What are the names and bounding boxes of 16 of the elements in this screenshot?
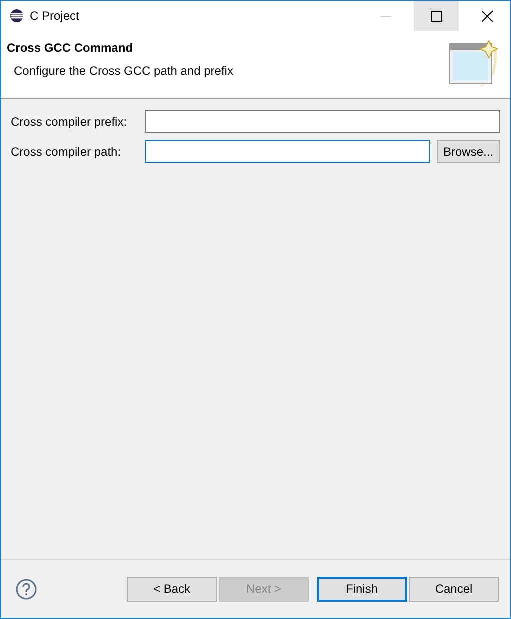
app-icon — [10, 9, 24, 23]
wizard-button[interactable]: < Back — [127, 576, 217, 602]
wizard-window-icon — [448, 39, 498, 89]
maximize-icon[interactable] — [431, 10, 442, 22]
input-field[interactable] — [145, 140, 430, 163]
page-title: Cross GCC Command — [7, 41, 134, 55]
window-title: C Project — [30, 9, 80, 23]
wizard-button[interactable]: Finish — [317, 576, 407, 602]
page-description: Configure the Cross GCC path and prefix — [13, 64, 234, 78]
wizard-button[interactable]: Cancel — [409, 576, 499, 602]
browse-button[interactable]: Browse... — [437, 140, 500, 163]
input-field[interactable] — [145, 110, 500, 133]
close-icon[interactable] — [482, 10, 493, 22]
help-icon[interactable] — [16, 578, 37, 600]
field-label: Cross compiler path: — [11, 144, 122, 158]
field-label: Cross compiler prefix: — [11, 114, 128, 128]
